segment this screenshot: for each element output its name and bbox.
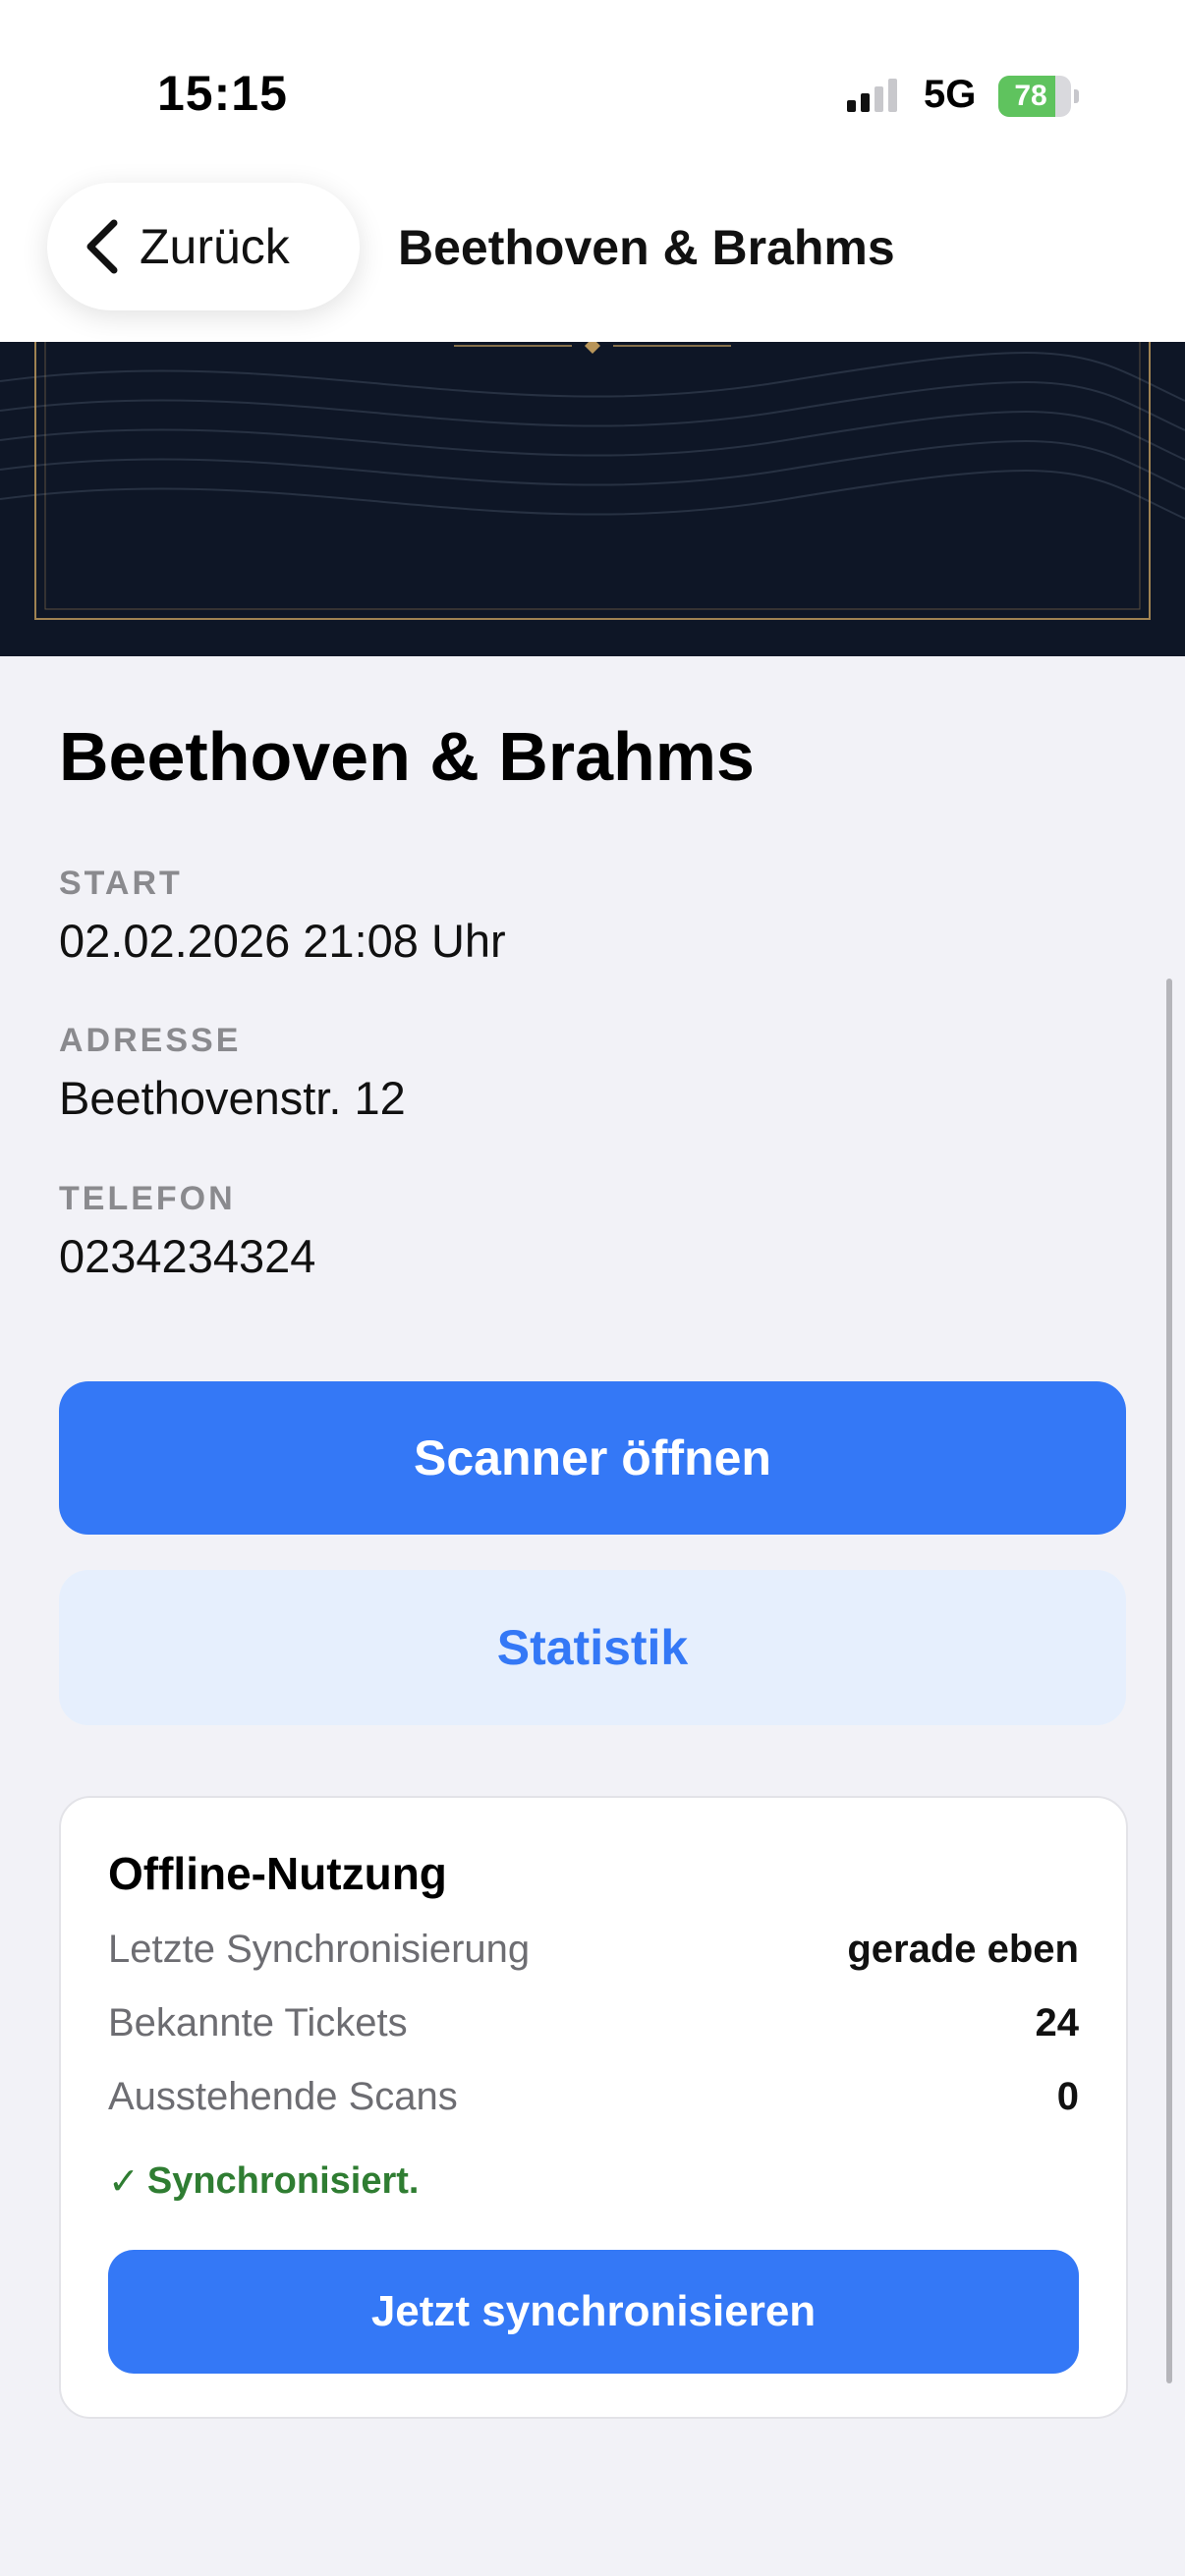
nav-title: Beethoven & Brahms [398,220,895,275]
open-scanner-button[interactable]: Scanner öffnen [59,1381,1126,1535]
sync-now-button[interactable]: Jetzt synchronisieren [108,2250,1079,2374]
statistics-button[interactable]: Statistik [59,1570,1126,1725]
known-tickets-label: Bekannte Tickets [108,2001,408,2044]
checkmark-icon: ✓ [108,2161,140,2203]
pending-scans-value: 0 [1056,2075,1079,2118]
last-sync-value: gerade eben [847,1928,1079,1971]
event-title: Beethoven & Brahms [59,718,755,795]
status-time: 15:15 [157,66,288,121]
scroll-indicator[interactable] [1166,979,1172,2383]
battery-icon: 78 [998,76,1079,117]
back-button[interactable]: Zurück [47,183,360,310]
pending-scans-row: Ausstehende Scans 0 [108,2075,1079,2124]
pending-scans-label: Ausstehende Scans [108,2075,458,2118]
sync-status-text: Synchronisiert. [146,2160,420,2202]
offline-usage-card: Offline-Nutzung Letzte Synchronisierung … [59,1796,1128,2419]
back-button-label: Zurück [140,219,290,274]
event-banner-image [0,342,1185,656]
last-sync-row: Letzte Synchronisierung gerade eben [108,1928,1079,1977]
sync-status: ✓ Synchronisiert. [108,2159,419,2204]
address-value: Beethovenstr. 12 [59,1072,406,1124]
address-label: ADRESSE [59,1022,242,1059]
network-type: 5G [924,73,977,116]
start-value: 02.02.2026 21:08 Uhr [59,915,506,967]
cellular-signal-icon [847,79,897,112]
battery-body: 78 [998,76,1071,117]
offline-card-title: Offline-Nutzung [108,1848,447,1899]
chevron-left-icon [86,219,118,274]
known-tickets-row: Bekannte Tickets 24 [108,2001,1079,2050]
phone-value: 0234234324 [59,1230,316,1282]
battery-percent: 78 [1014,80,1047,112]
phone-label: TELEFON [59,1180,236,1217]
known-tickets-value: 24 [1035,2001,1080,2044]
battery-cap [1074,89,1079,103]
banner-artwork [0,342,1185,620]
navigation-bar: Zurück Beethoven & Brahms [0,147,1185,342]
start-label: START [59,865,183,902]
last-sync-label: Letzte Synchronisierung [108,1928,531,1971]
